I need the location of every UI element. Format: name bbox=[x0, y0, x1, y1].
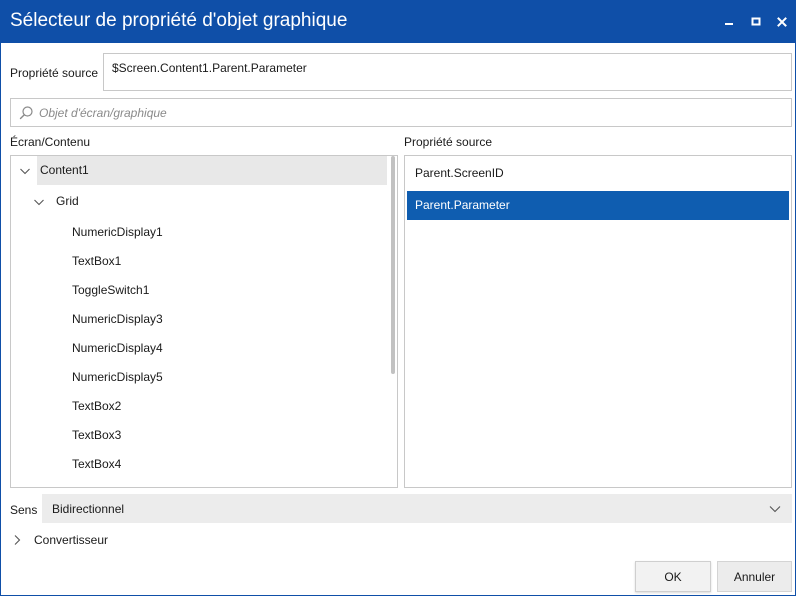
property-item-parent-parameter[interactable]: Parent.Parameter bbox=[407, 191, 789, 220]
tree-item-textbox2[interactable]: TextBox2 bbox=[11, 392, 387, 421]
tree-item-label: ToggleSwitch1 bbox=[72, 283, 150, 297]
tree-item-label: TextBox2 bbox=[72, 399, 122, 413]
property-picker-dialog: Sélecteur de propriété d'objet graphique… bbox=[0, 0, 796, 596]
close-icon bbox=[777, 17, 787, 27]
source-property-value: $Screen.Content1.Parent.Parameter bbox=[112, 61, 307, 75]
cancel-button[interactable]: Annuler bbox=[717, 561, 792, 592]
property-item-label: Parent.Parameter bbox=[415, 198, 510, 212]
screen-content-tree[interactable]: Content1 Grid NumericDisplay1 TextBox1 T… bbox=[10, 155, 398, 488]
converter-expander[interactable]: Convertisseur bbox=[10, 532, 150, 548]
dialog-title: Sélecteur de propriété d'objet graphique bbox=[10, 10, 348, 31]
tree-item-label: NumericDisplay5 bbox=[72, 370, 163, 384]
converter-label: Convertisseur bbox=[34, 533, 109, 547]
search-field[interactable] bbox=[10, 98, 792, 127]
tree-heading: Écran/Contenu bbox=[10, 135, 91, 149]
tree-scrollbar[interactable] bbox=[388, 156, 397, 487]
tree-item-label: TextBox1 bbox=[72, 254, 122, 268]
ok-button[interactable]: OK bbox=[635, 561, 711, 592]
scrollbar-thumb[interactable] bbox=[391, 156, 395, 374]
chevron-down-icon[interactable] bbox=[33, 196, 45, 208]
properties-heading: Propriété source bbox=[404, 135, 493, 149]
maximize-button[interactable] bbox=[745, 11, 767, 33]
direction-value: Bidirectionnel bbox=[52, 502, 125, 516]
close-button[interactable] bbox=[771, 11, 793, 33]
tree-item-content1[interactable]: Content1 bbox=[20, 156, 387, 185]
tree-item-numericdisplay1[interactable]: NumericDisplay1 bbox=[11, 218, 387, 247]
source-property-field[interactable]: $Screen.Content1.Parent.Parameter bbox=[103, 53, 792, 91]
property-item-label: Parent.ScreenID bbox=[415, 166, 504, 180]
search-input[interactable] bbox=[39, 103, 779, 123]
chevron-down-icon bbox=[769, 506, 781, 513]
tree-item-label: NumericDisplay3 bbox=[72, 312, 163, 326]
direction-label: Sens bbox=[10, 503, 38, 517]
tree-item-textbox4[interactable]: TextBox4 bbox=[11, 450, 387, 479]
minimize-button[interactable] bbox=[718, 11, 740, 33]
tree-item-textbox1[interactable]: TextBox1 bbox=[11, 247, 387, 276]
tree-item-numericdisplay3[interactable]: NumericDisplay3 bbox=[11, 305, 387, 334]
tree-item-grid[interactable]: Grid bbox=[11, 187, 387, 216]
minimize-icon bbox=[725, 23, 733, 25]
tree-item-label: Grid bbox=[56, 194, 79, 208]
source-property-label: Propriété source bbox=[10, 66, 99, 80]
chevron-right-icon[interactable] bbox=[11, 534, 23, 546]
tree-item-numericdisplay4[interactable]: NumericDisplay4 bbox=[11, 334, 387, 363]
search-icon bbox=[19, 106, 33, 120]
chevron-down-icon[interactable] bbox=[19, 165, 31, 177]
title-bar[interactable]: Sélecteur de propriété d'objet graphique bbox=[1, 1, 795, 43]
tree-item-label: TextBox4 bbox=[72, 457, 122, 471]
tree-item-numericdisplay5[interactable]: NumericDisplay5 bbox=[11, 363, 387, 392]
tree-item-label: TextBox3 bbox=[72, 428, 122, 442]
tree-item-label: Content1 bbox=[40, 163, 89, 177]
tree-item-textbox3[interactable]: TextBox3 bbox=[11, 421, 387, 450]
property-item-parent-screenid[interactable]: Parent.ScreenID bbox=[407, 159, 789, 188]
tree-item-toggleswitch1[interactable]: ToggleSwitch1 bbox=[11, 276, 387, 305]
tree-item-label: NumericDisplay4 bbox=[72, 341, 163, 355]
direction-dropdown[interactable]: Bidirectionnel bbox=[42, 494, 792, 523]
source-property-list[interactable]: Parent.ScreenID Parent.Parameter bbox=[404, 155, 792, 488]
maximize-icon bbox=[751, 17, 761, 26]
tree-item-label: NumericDisplay1 bbox=[72, 225, 163, 239]
